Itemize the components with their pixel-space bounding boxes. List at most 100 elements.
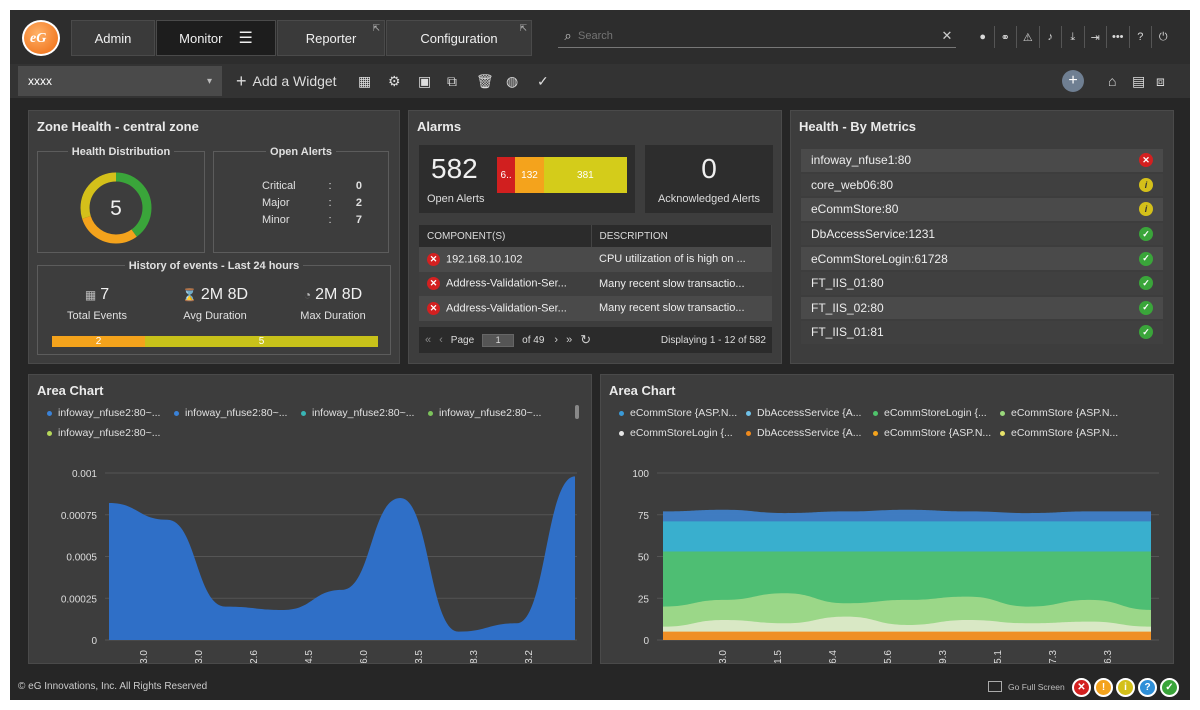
link-icon[interactable]: ⚭ [995, 26, 1017, 48]
panel-title: Area Chart [609, 383, 676, 398]
search-bar: ⌕ ✕ [558, 24, 956, 48]
table-row[interactable]: ✕ 192.168.10.102 CPU utilization of is hi… [419, 247, 772, 272]
normal-badge-icon[interactable]: ✓ [1160, 678, 1179, 697]
alert-label: Minor [262, 214, 290, 226]
signin-icon[interactable]: ⇥ [1085, 26, 1107, 48]
metric-row[interactable]: FT_IIS_02:80 ✓ [801, 296, 1163, 320]
legend-label: DbAccessService {A... [757, 407, 862, 419]
health-by-metrics-panel: Health - By Metrics infoway_nfuse1:80 ✕ co… [790, 110, 1174, 364]
ok-status-icon: ✓ [1139, 276, 1153, 291]
panel-title: Health - By Metrics [799, 119, 917, 134]
tab-monitor[interactable]: Monitor ☰ [156, 20, 276, 56]
refresh-icon[interactable]: ↻ [580, 332, 591, 348]
metric-row[interactable]: eCommStoreLogin:61728 ✓ [801, 247, 1163, 270]
home-icon[interactable]: ⌂ [1108, 70, 1116, 92]
critical-icon: ✕ [427, 277, 440, 291]
image-icon[interactable]: ▣ [418, 70, 431, 92]
top-icon-bar: ● ⚭ ⚠ ♪ ⤓ ⇥ ••• ? ⏻ [972, 26, 1175, 48]
legend-label: eCommStoreLogin {... [884, 407, 987, 419]
user-icon[interactable]: ● [972, 26, 995, 48]
legend-item[interactable]: eCommStore {ASP.N... [1000, 407, 1127, 419]
tab-reporter[interactable]: Reporter ⇱ [277, 20, 385, 56]
legend-dot-icon [746, 410, 751, 416]
add-widget-button[interactable]: + Add a Widget [236, 70, 337, 92]
alarms-table: COMPONENT(S) DESCRIPTION ✕ 192.168.10.102… [419, 225, 772, 321]
legend-item[interactable]: eCommStoreLogin {... [873, 407, 1000, 419]
export-icon[interactable]: ⧈ [1156, 70, 1165, 92]
globe-icon[interactable]: ◍ [506, 70, 518, 92]
page-input[interactable]: 1 [482, 333, 515, 347]
column-header-component[interactable]: COMPONENT(S) [419, 225, 592, 247]
check-icon[interactable]: ✓ [537, 70, 549, 92]
component-cell: Address-Validation-Ser... [446, 302, 567, 315]
alert-label: Major [262, 197, 290, 209]
gear-icon[interactable]: ⚙ [388, 70, 401, 92]
ok-status-icon: ✓ [1139, 227, 1153, 242]
top-nav: eG Admin Monitor ☰ Reporter ⇱ Configurat… [10, 10, 1190, 64]
help-icon[interactable]: ? [1130, 26, 1152, 48]
critical-badge-icon[interactable]: ✕ [1072, 678, 1091, 697]
search-input[interactable] [578, 29, 938, 42]
clear-search-icon[interactable]: ✕ [938, 28, 956, 44]
legend-item[interactable]: eCommStore {ASP.N... [619, 407, 746, 419]
area-series-0 [109, 476, 575, 640]
major-badge-icon[interactable]: ! [1094, 678, 1113, 697]
open-alerts-box: Open Alerts Critical : 0 Major : 2 Minor… [213, 146, 389, 253]
eg-logo[interactable]: eG [22, 20, 60, 56]
next-page-icon[interactable]: › [554, 334, 558, 346]
metric-row[interactable]: infoway_nfuse1:80 ✕ [801, 149, 1163, 172]
x-tick-label: 12.6 [249, 650, 260, 663]
power-icon[interactable]: ⏻ [1152, 26, 1175, 48]
table-row[interactable]: ✕ Address-Validation-Ser... Many recent s… [419, 271, 772, 296]
legend-item[interactable]: infoway_nfuse2:80~... [47, 407, 174, 419]
metric-row[interactable]: FT_IIS_01:80 ✓ [801, 272, 1163, 295]
tab-admin[interactable]: Admin [71, 20, 155, 56]
last-page-icon[interactable]: » [566, 334, 572, 346]
document-icon[interactable]: ▤ [1132, 70, 1145, 92]
metric-row[interactable]: DbAccessService:1231 ✓ [801, 222, 1163, 246]
open-alerts-count: 582 [431, 153, 478, 184]
legend-dot-icon [174, 410, 179, 416]
first-page-icon[interactable]: « [425, 334, 431, 346]
calendar-icon: ▦ [84, 288, 97, 302]
component-cell: 192.168.10.102 [446, 253, 523, 266]
go-full-screen-button[interactable]: Go Full Screen [988, 681, 1065, 692]
metric-row[interactable]: FT_IIS_01:81 ✓ [801, 321, 1163, 344]
legend-scrollbar[interactable] [575, 405, 579, 419]
alert-count: 7 [355, 214, 362, 226]
x-tick-label: 13.5 [414, 650, 425, 663]
legend-item[interactable]: infoway_nfuse2:80~... [174, 407, 301, 419]
tab-configuration[interactable]: Configuration ⇱ [386, 20, 532, 56]
y-tick-label: 0.001 [72, 469, 97, 480]
prev-page-icon[interactable]: ‹ [439, 334, 443, 346]
more-icon[interactable]: ••• [1107, 26, 1130, 48]
copy-icon[interactable]: ⧉ [447, 70, 457, 92]
external-link-icon: ⇱ [519, 23, 527, 33]
hamburger-menu-icon[interactable]: ☰ [239, 28, 253, 48]
add-widget-label: Add a Widget [252, 73, 337, 89]
unknown-badge-icon[interactable]: ? [1138, 678, 1157, 697]
layout-icon[interactable]: ▦ [358, 70, 371, 92]
add-circle-button[interactable]: + [1062, 70, 1084, 92]
alert-sep: : [328, 214, 332, 226]
area-chart-panel-2: Area Chart eCommStore {ASP.N... DbAccessS… [600, 374, 1174, 664]
alarms-panel: Alarms 582 Open Alerts 6.. 132 381 0 Ackno… [408, 110, 782, 364]
minor-badge-icon[interactable]: i [1116, 678, 1135, 697]
legend-item[interactable]: infoway_nfuse2:80~... [428, 407, 555, 419]
bell-icon[interactable]: ♪ [1040, 26, 1062, 48]
trash-icon[interactable]: 🗑 [476, 70, 494, 92]
column-header-description[interactable]: DESCRIPTION [591, 225, 772, 247]
dashboard-select[interactable]: xxxx ▾ [18, 66, 222, 96]
download-icon[interactable]: ⤓ [1062, 26, 1085, 48]
metric-row[interactable]: eCommStore:80 i [801, 198, 1163, 221]
table-row[interactable]: ✕ Address-Validation-Ser... Many recent s… [419, 296, 772, 321]
metric-row[interactable]: core_web06:80 i [801, 173, 1163, 197]
x-tick-label: 13.0 [718, 650, 729, 663]
alert-triangle-icon[interactable]: ⚠ [1017, 26, 1040, 48]
app-window: eG Admin Monitor ☰ Reporter ⇱ Configurat… [10, 10, 1190, 700]
logo-text: eG [30, 31, 47, 46]
legend-item[interactable]: infoway_nfuse2:80~... [301, 407, 428, 419]
legend-item[interactable]: DbAccessService {A... [746, 407, 873, 419]
history-title: History of events - Last 24 hours [124, 260, 304, 272]
open-alerts-title: Open Alerts [266, 146, 336, 158]
